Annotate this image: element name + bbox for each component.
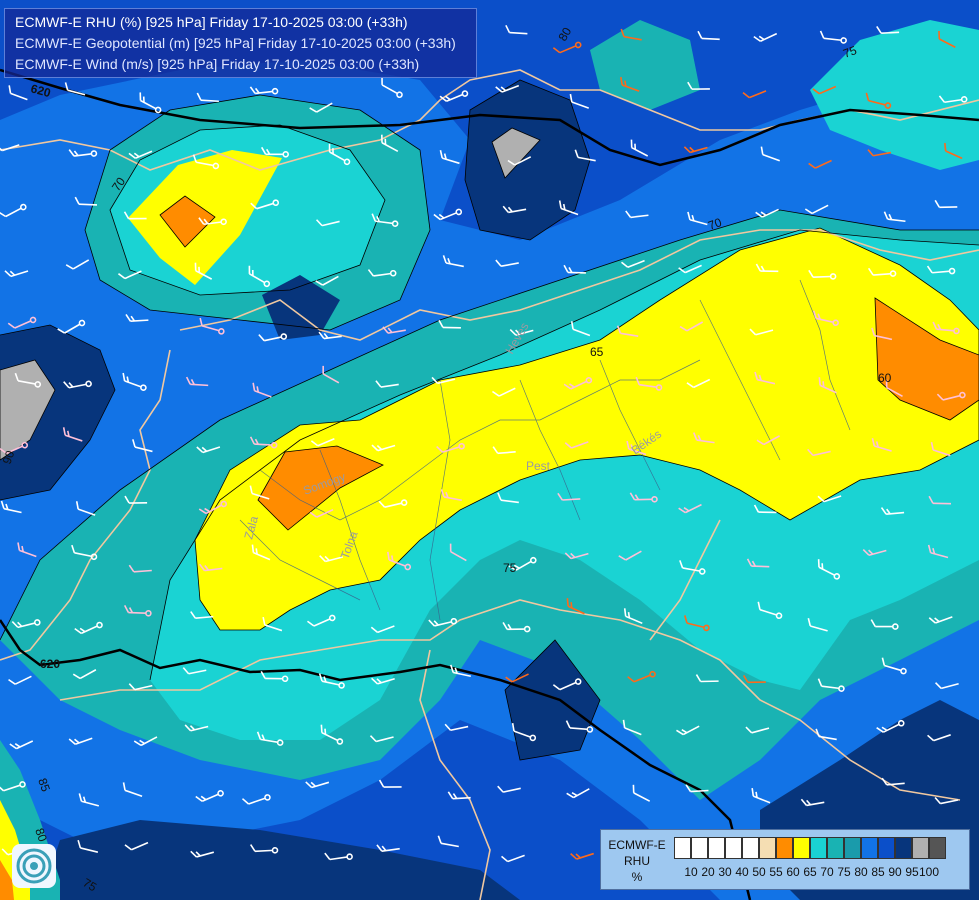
- title-rhu: ECMWF-E RHU (%) [925 hPa] Friday 17-10-2…: [15, 14, 408, 30]
- legend-tick-label: 90: [888, 865, 902, 879]
- legend-swatch: [776, 837, 793, 859]
- legend-tick-label: 85: [871, 865, 885, 879]
- legend-swatch: [725, 837, 742, 859]
- legend-swatch: [929, 837, 946, 859]
- legend-swatch: [674, 837, 691, 859]
- legend-tick-label: 80: [854, 865, 868, 879]
- legend-swatch: [878, 837, 895, 859]
- legend-swatch: [912, 837, 929, 859]
- contour-label-60-e: 60: [878, 371, 892, 385]
- geopotential-label-2: 620: [40, 657, 60, 671]
- legend-tick-label: 100: [918, 865, 940, 879]
- legend-tick-label: 95: [905, 865, 919, 879]
- legend-swatch: [742, 837, 759, 859]
- title-geopotential: ECMWF-E Geopotential (m) [925 hPa] Frida…: [15, 35, 456, 51]
- legend-variable: RHU: [624, 854, 650, 868]
- legend-swatch: [861, 837, 878, 859]
- legend-swatch: [895, 837, 912, 859]
- legend-tick-label: 50: [752, 865, 766, 879]
- contour-label-75-s: 75: [503, 561, 517, 575]
- legend-swatch: [691, 837, 708, 859]
- legend-swatch: [844, 837, 861, 859]
- legend-unit: %: [631, 870, 643, 884]
- legend-tick-label: 40: [735, 865, 749, 879]
- legend-swatch: [827, 837, 844, 859]
- legend-tick-label: 60: [786, 865, 800, 879]
- legend-tick-label: 55: [769, 865, 783, 879]
- ecmwf-logo-icon: [12, 844, 56, 888]
- legend-tick-label: 10: [684, 865, 698, 879]
- legend-tick-label: 75: [837, 865, 851, 879]
- legend-tick-label: 20: [701, 865, 715, 879]
- rhu-legend: ECMWF-E RHU % 10 20 30 40 50 55 60 65 70 75 80 85 90…: [600, 829, 970, 890]
- legend-tick-label: 70: [820, 865, 834, 879]
- title-panel: ECMWF-E RHU (%) [925 hPa] Friday 17-10-2…: [4, 8, 477, 78]
- legend-title: ECMWF-E: [608, 838, 666, 852]
- contour-label-65-c: 65: [590, 345, 604, 359]
- legend-tick-label: 65: [803, 865, 817, 879]
- weather-map: 620 620 70 75 80 60 65 70 75 80 85 90 75…: [0, 0, 979, 900]
- legend-swatch: [793, 837, 810, 859]
- legend-tick-label: 30: [718, 865, 732, 879]
- legend-swatch: [759, 837, 776, 859]
- legend-swatch: [708, 837, 725, 859]
- place-label-pest: Pest: [526, 459, 551, 473]
- legend-swatch: [810, 837, 827, 859]
- title-wind: ECMWF-E Wind (m/s) [925 hPa] Friday 17-1…: [15, 56, 420, 72]
